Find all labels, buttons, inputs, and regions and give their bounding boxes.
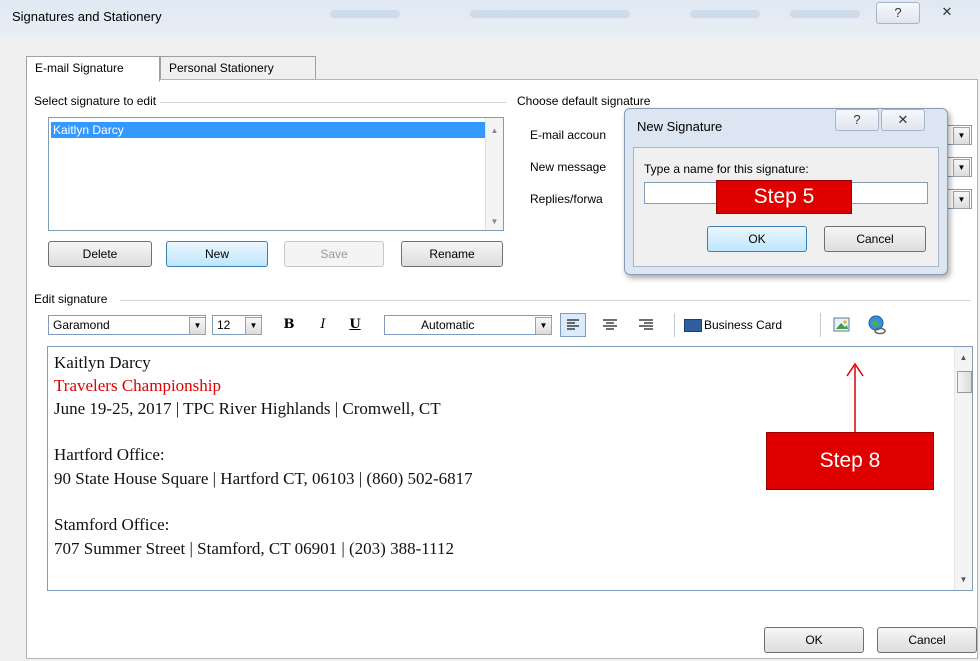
font-value: Garamond (53, 318, 110, 332)
chevron-down-icon: ▼ (535, 317, 552, 335)
scroll-down-icon[interactable]: ▼ (486, 217, 503, 226)
new-messages-label: New message (530, 160, 607, 174)
cancel-button[interactable]: Cancel (877, 627, 977, 653)
scroll-thumb[interactable] (957, 371, 972, 393)
tab-personal-stationery[interactable]: Personal Stationery (160, 56, 316, 80)
close-button[interactable]: ✕ (926, 2, 968, 22)
dialog-help-button[interactable]: ? (835, 109, 879, 131)
font-size-value: 12 (217, 318, 231, 332)
help-icon: ? (894, 5, 902, 20)
signature-name-prompt: Type a name for this signature: (644, 162, 809, 176)
save-button[interactable]: Save (284, 241, 384, 267)
font-color-value: Automatic (421, 318, 475, 332)
close-icon: ✕ (897, 112, 909, 127)
help-button[interactable]: ? (876, 2, 920, 24)
scroll-up-icon[interactable]: ▲ (486, 126, 503, 135)
insert-hyperlink-button[interactable] (866, 314, 888, 336)
align-right-button[interactable] (634, 314, 658, 336)
list-item[interactable]: Kaitlyn Darcy (51, 122, 485, 138)
hyperlink-globe-icon (868, 315, 886, 335)
email-account-label: E-mail accoun (530, 128, 607, 142)
business-card-icon (684, 319, 702, 332)
sig-dates: June 19-25, 2017 | TPC River Highlands |… (54, 399, 441, 418)
select-signature-label: Select signature to edit (34, 94, 161, 108)
align-center-button[interactable] (598, 314, 622, 336)
dialog-title: New Signature (637, 119, 723, 134)
background-blur (790, 10, 860, 18)
rename-button[interactable]: Rename (401, 241, 503, 267)
chevron-down-icon: ▼ (953, 159, 970, 177)
font-size-select[interactable]: 12 ▼ (212, 315, 262, 335)
ok-button[interactable]: OK (764, 627, 864, 653)
dialog-cancel-button[interactable]: Cancel (824, 226, 926, 252)
align-left-icon (567, 319, 579, 330)
chevron-down-icon: ▼ (953, 127, 970, 145)
new-messages-select[interactable]: ▼ (946, 157, 972, 177)
business-card-label: Business Card (704, 318, 783, 332)
step5-callout: Step 5 (716, 180, 852, 214)
font-select[interactable]: Garamond ▼ (48, 315, 206, 335)
insert-picture-button[interactable] (832, 316, 852, 334)
sig-stamford-address: 707 Summer Street | Stamford, CT 06901 |… (54, 539, 454, 558)
editor-scrollbar[interactable]: ▲ ▼ (954, 347, 972, 590)
chevron-down-icon: ▼ (245, 317, 262, 335)
sig-hartford-heading: Hartford Office: (54, 445, 165, 464)
close-icon: ✕ (941, 4, 953, 19)
align-center-icon (603, 319, 617, 330)
chevron-down-icon: ▼ (189, 317, 206, 335)
align-left-button[interactable] (560, 313, 586, 337)
sig-event: Travelers Championship (54, 376, 222, 395)
scroll-up-icon[interactable]: ▲ (955, 353, 972, 362)
sig-hartford-address: 90 State House Square | Hartford CT, 061… (54, 469, 473, 488)
replies-select[interactable]: ▼ (946, 189, 972, 209)
default-signature-label: Choose default signature (517, 94, 655, 108)
toolbar-separator (820, 313, 821, 337)
toolbar-separator (674, 313, 675, 337)
email-account-select[interactable]: ▼ (946, 125, 972, 145)
align-right-icon (639, 319, 653, 330)
picture-icon (833, 317, 850, 332)
tab-email-signature[interactable]: E-mail Signature (26, 56, 160, 82)
bold-button[interactable]: B (278, 315, 300, 335)
underline-button[interactable]: U (344, 315, 366, 335)
scroll-down-icon[interactable]: ▼ (955, 575, 972, 584)
sig-name: Kaitlyn Darcy (54, 353, 151, 372)
step8-arrow-icon (846, 362, 864, 434)
delete-button[interactable]: Delete (48, 241, 152, 267)
step8-callout: Step 8 (766, 432, 934, 490)
sig-stamford-heading: Stamford Office: (54, 515, 170, 534)
help-icon: ? (853, 112, 861, 127)
list-scrollbar[interactable]: ▲ ▼ (485, 118, 503, 230)
background-blur (470, 10, 630, 18)
chevron-down-icon: ▼ (953, 191, 970, 209)
background-blur (330, 10, 400, 18)
group-divider (140, 102, 506, 103)
window-title: Signatures and Stationery (12, 9, 162, 24)
edit-signature-label: Edit signature (34, 292, 112, 306)
dialog-ok-button[interactable]: OK (707, 226, 807, 252)
business-card-button[interactable]: Business Card (684, 315, 782, 335)
signature-list[interactable]: Kaitlyn Darcy ▲ ▼ (48, 117, 504, 231)
replies-label: Replies/forwa (530, 192, 603, 206)
background-blur (690, 10, 760, 18)
group-divider (120, 300, 970, 301)
new-button[interactable]: New (166, 241, 268, 267)
font-color-select[interactable]: Automatic ▼ (384, 315, 552, 335)
dialog-close-button[interactable]: ✕ (881, 109, 925, 131)
italic-button[interactable]: I (312, 315, 334, 335)
